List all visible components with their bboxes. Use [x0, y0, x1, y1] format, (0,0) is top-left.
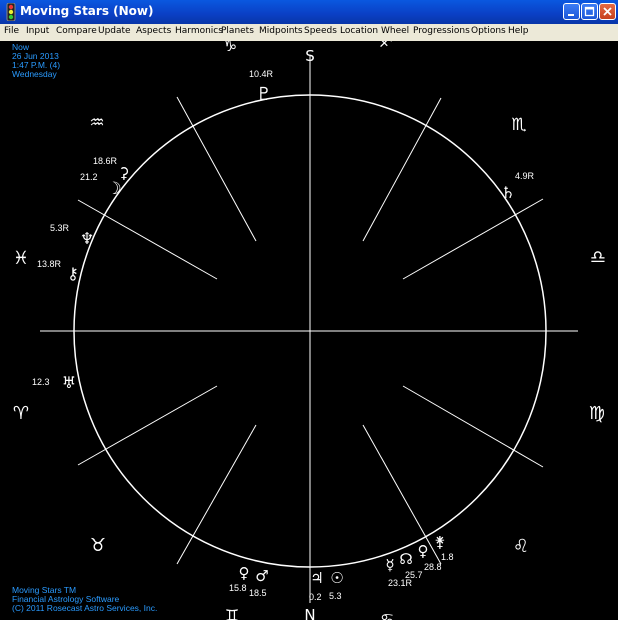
- chart-wheel-area[interactable]: Now 26 Jun 2013 1:47 P.M. (4) Wednesday …: [0, 41, 618, 620]
- juno-icon: ⚵: [435, 533, 446, 551]
- mars-degree: 18.5: [249, 588, 267, 598]
- chiron-degree: 13.8R: [37, 259, 62, 269]
- venus-2-degree: 28.8: [424, 562, 442, 572]
- neptune-icon: ♆: [80, 229, 94, 248]
- aries-icon: ♈: [13, 403, 29, 424]
- info-weekday: Wednesday: [12, 69, 57, 79]
- sagittarius-icon: ♐: [379, 41, 393, 51]
- menu-options[interactable]: Options: [471, 26, 506, 36]
- menu-bar: File Input Compare Update Aspects Harmon…: [0, 24, 618, 41]
- menu-location[interactable]: Location: [340, 26, 378, 36]
- north-label: N: [304, 606, 315, 620]
- copyright: (C) 2011 Rosecast Astro Services, Inc.: [12, 603, 157, 613]
- neptune-degree: 5.3R: [50, 223, 70, 233]
- cusp-line: [402, 198, 544, 280]
- menu-progressions[interactable]: Progressions: [413, 26, 470, 36]
- minimize-icon: [568, 14, 574, 16]
- moon-degree: 21.2: [80, 172, 98, 182]
- cusp-line: [176, 424, 257, 565]
- venus-degree: 15.8: [229, 583, 247, 593]
- title-bar[interactable]: Moving Stars (Now): [0, 0, 618, 24]
- menu-file[interactable]: File: [4, 26, 19, 36]
- capricorn-icon: ♑: [223, 41, 237, 55]
- mercury-icon: ☿: [385, 556, 394, 574]
- scorpio-icon: ♏: [511, 115, 526, 135]
- window-title: Moving Stars (Now): [20, 4, 154, 18]
- venus-2-icon: ♀: [418, 542, 429, 560]
- moon-icon: ☽: [106, 179, 121, 199]
- cancer-icon: ♋: [380, 610, 394, 620]
- saturn-icon: ♄: [501, 183, 515, 202]
- traffic-light-icon: [6, 3, 16, 21]
- uranus-degree: 12.3: [32, 377, 50, 387]
- ceres-degree: 18.6R: [93, 156, 118, 166]
- menu-midpoints[interactable]: Midpoints: [259, 26, 303, 36]
- libra-icon: ♎: [590, 247, 606, 268]
- cusp-line: [362, 97, 442, 242]
- menu-help[interactable]: Help: [508, 26, 529, 36]
- app-window: Moving Stars (Now) File Input Compare Up…: [0, 0, 618, 620]
- cusp-line: [362, 424, 442, 565]
- menu-aspects[interactable]: Aspects: [136, 26, 171, 36]
- menu-speeds[interactable]: Speeds: [304, 26, 337, 36]
- cusp-line: [402, 385, 544, 468]
- maximize-icon: [584, 6, 595, 17]
- pluto-icon: ♇: [256, 84, 272, 105]
- sun-degree: 5.3: [329, 591, 342, 601]
- taurus-icon: ♉: [90, 535, 106, 556]
- gemini-icon: ♊: [225, 606, 239, 620]
- close-icon: [603, 7, 612, 16]
- chiron-icon: ⚷: [67, 264, 79, 283]
- cusp-line: [176, 96, 257, 242]
- menu-planets[interactable]: Planets: [221, 26, 254, 36]
- jupiter-degree: 0.2: [309, 592, 322, 602]
- saturn-degree: 4.9R: [515, 171, 535, 181]
- cusp-line: [77, 199, 218, 280]
- virgo-icon: ♍: [589, 403, 605, 424]
- menu-input[interactable]: Input: [26, 26, 49, 36]
- jupiter-icon: ♃: [310, 569, 323, 587]
- venus-icon: ♀: [239, 564, 250, 582]
- leo-icon: ♌: [513, 536, 529, 557]
- maximize-button[interactable]: [581, 3, 598, 20]
- minimize-button[interactable]: [563, 3, 580, 20]
- close-button[interactable]: [599, 3, 616, 20]
- node-degree: 25.7: [405, 570, 423, 580]
- menu-update[interactable]: Update: [98, 26, 131, 36]
- mars-icon: ♂: [255, 567, 268, 585]
- menu-compare[interactable]: Compare: [56, 26, 97, 36]
- node-icon: ☊: [399, 550, 412, 568]
- uranus-icon: ♅: [62, 373, 76, 392]
- astrology-wheel: Now 26 Jun 2013 1:47 P.M. (4) Wednesday …: [12, 41, 606, 620]
- aquarius-icon: ♒: [89, 113, 104, 133]
- sun-icon: ☉: [330, 569, 343, 587]
- pluto-degree: 10.4R: [249, 69, 274, 79]
- juno-degree: 1.8: [441, 552, 454, 562]
- menu-wheel[interactable]: Wheel: [381, 26, 409, 36]
- pisces-icon: ♓: [13, 248, 29, 269]
- cusp-line: [77, 385, 218, 466]
- menu-harmonics[interactable]: Harmonics: [175, 26, 223, 36]
- south-label: S: [305, 47, 315, 65]
